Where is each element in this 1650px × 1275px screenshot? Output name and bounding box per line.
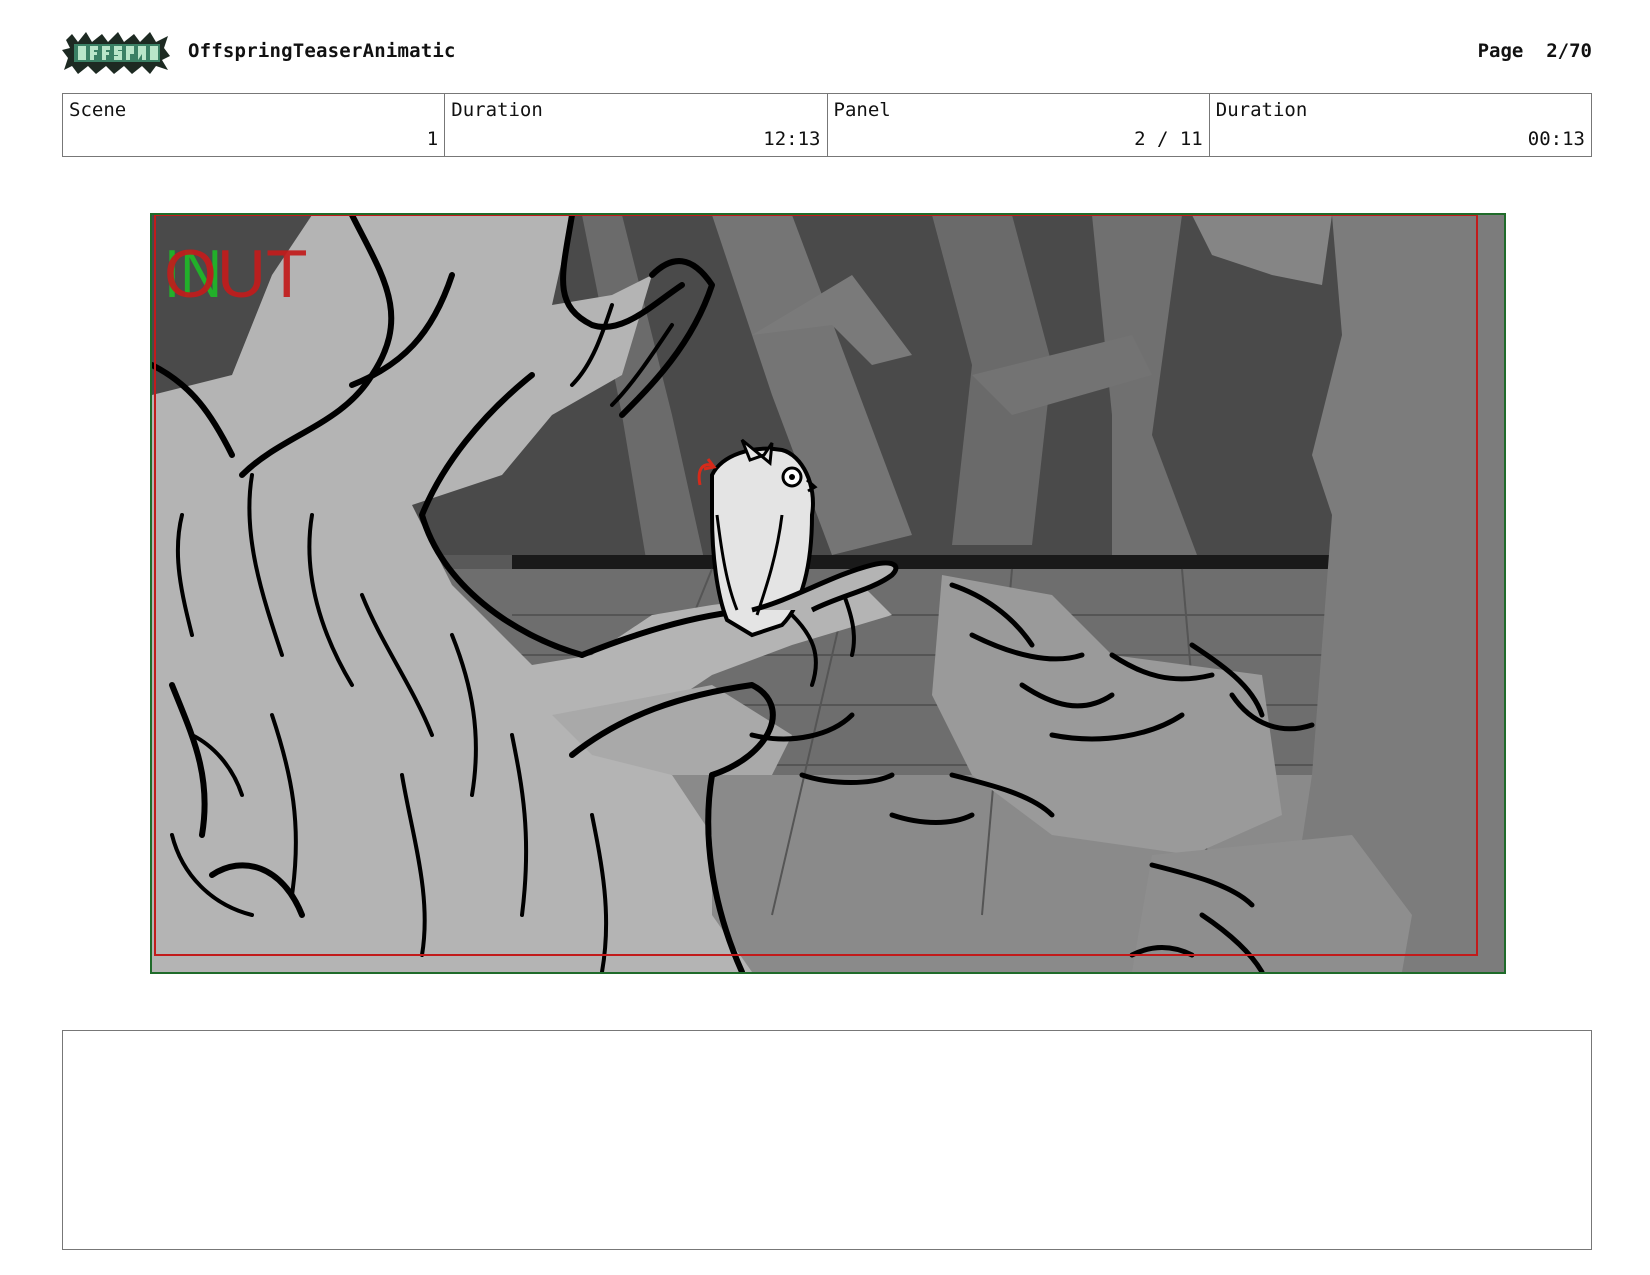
offspring-logo (62, 30, 172, 76)
scene-cell: Scene 1 (63, 94, 446, 156)
project-title: OffspringTeaserAnimatic (188, 40, 456, 62)
storyboard-panel-image: IN OUT (150, 213, 1506, 974)
page-label: Page (1477, 40, 1524, 62)
scene-value: 1 (426, 128, 439, 150)
panel-notes-box (62, 1030, 1592, 1250)
scene-label: Scene (69, 99, 127, 121)
panel-duration-cell: Duration 00:13 (1210, 94, 1591, 156)
scene-duration-label: Duration (451, 99, 543, 121)
page-indicator: Page 2/70 (1478, 40, 1592, 62)
page-value: 2/70 (1546, 40, 1592, 62)
panel-label: Panel (833, 99, 891, 121)
panel-duration-value: 00:13 (1527, 128, 1585, 150)
panel-info-table: Scene 1 Duration 12:13 Panel 2 / 11 Dura… (62, 93, 1592, 157)
panel-value: 2 / 11 (1134, 128, 1203, 150)
scene-duration-value: 12:13 (763, 128, 821, 150)
panel-cell: Panel 2 / 11 (828, 94, 1210, 156)
panel-duration-label: Duration (1215, 99, 1308, 121)
storyboard-drawing: IN OUT (152, 215, 1504, 972)
out-marker: OUT (164, 236, 308, 312)
scene-duration-cell: Duration 12:13 (445, 94, 828, 156)
page-header: OffspringTeaserAnimatic Page 2/70 (62, 28, 1592, 76)
